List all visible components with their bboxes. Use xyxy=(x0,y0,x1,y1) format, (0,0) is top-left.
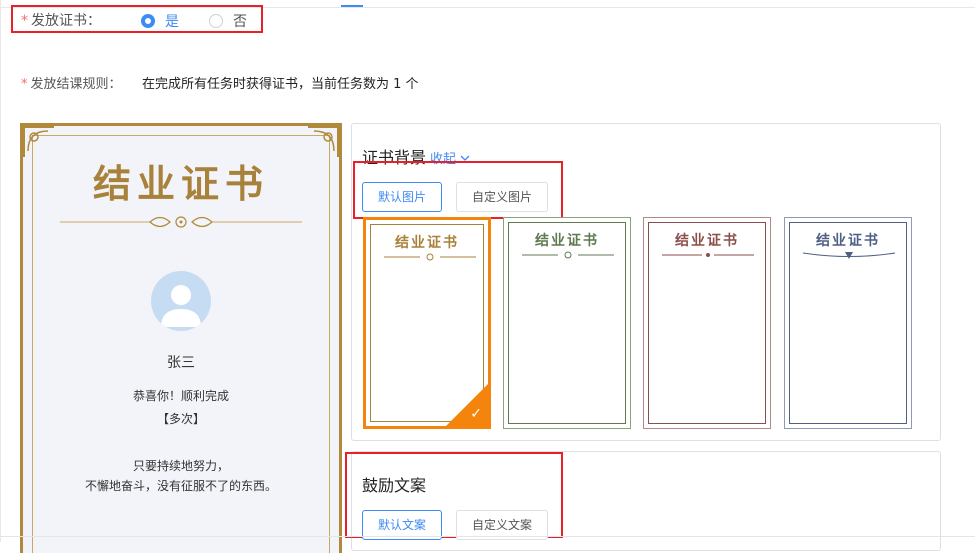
completion-rule-label-text: 发放结课规则： xyxy=(30,77,122,92)
divider-ornament-icon xyxy=(802,252,896,259)
preview-title: 结业证书 xyxy=(92,161,269,206)
divider-ornament-icon xyxy=(662,253,754,257)
required-mark: * xyxy=(21,13,28,29)
tab-default-image[interactable]: 默认图片 xyxy=(362,182,442,212)
text-panel-title: 鼓励文案 xyxy=(362,476,427,495)
motto-line-2: 不懈地奋斗，没有征服不了的东西。 xyxy=(84,479,277,493)
background-thumbnail[interactable]: 结业证书 ✓ xyxy=(363,217,491,429)
avatar xyxy=(151,271,211,331)
thumbnail-title: 结业证书 xyxy=(675,233,739,249)
divider-ornament-icon xyxy=(60,216,302,228)
left-rule xyxy=(0,0,1,542)
thumbnail-title: 结业证书 xyxy=(816,233,880,249)
background-thumbnail[interactable]: 结业证书 xyxy=(643,217,771,429)
radio-yes[interactable]: 是 xyxy=(141,10,179,31)
user-silhouette-icon xyxy=(161,285,201,327)
completion-rule-label: * 发放结课规则： xyxy=(21,73,122,92)
background-thumbnail[interactable]: 结业证书 xyxy=(784,217,912,429)
required-mark: * xyxy=(21,77,28,92)
certificate-preview: 结业证书 张三 恭喜你！顺利完成 【多次】 只要持续地努力， 不懈地奋斗，没有征… xyxy=(20,123,342,553)
radio-no-label: 否 xyxy=(233,13,247,30)
motto-line-1: 只要持续地努力， xyxy=(132,459,229,473)
radio-yes-circle[interactable] xyxy=(141,13,155,28)
radio-yes-label: 是 xyxy=(165,13,179,30)
completion-rule-text: 在完成所有任务时获得证书，当前任务数为 1 个 xyxy=(142,77,419,92)
divider-ornament-icon xyxy=(522,251,614,259)
tab-custom-image[interactable]: 自定义图片 xyxy=(456,182,548,212)
divider-ornament-icon xyxy=(384,253,476,261)
active-tab-indicator xyxy=(341,5,363,7)
recipient-name: 张三 xyxy=(167,355,195,371)
radio-no[interactable]: 否 xyxy=(209,10,247,31)
issue-certificate-label-text: 发放证书： xyxy=(31,13,101,29)
issue-certificate-label: * 发放证书： xyxy=(21,10,101,30)
congrats-text: 恭喜你！顺利完成 xyxy=(132,389,229,403)
thumbnail-title: 结业证书 xyxy=(395,235,459,251)
background-thumbnail[interactable]: 结业证书 xyxy=(503,217,631,429)
times-text: 【多次】 xyxy=(156,412,205,426)
radio-no-circle[interactable] xyxy=(209,13,223,28)
check-icon: ✓ xyxy=(470,406,482,422)
bottom-rule xyxy=(0,536,975,537)
thumbnail-title: 结业证书 xyxy=(535,233,599,249)
